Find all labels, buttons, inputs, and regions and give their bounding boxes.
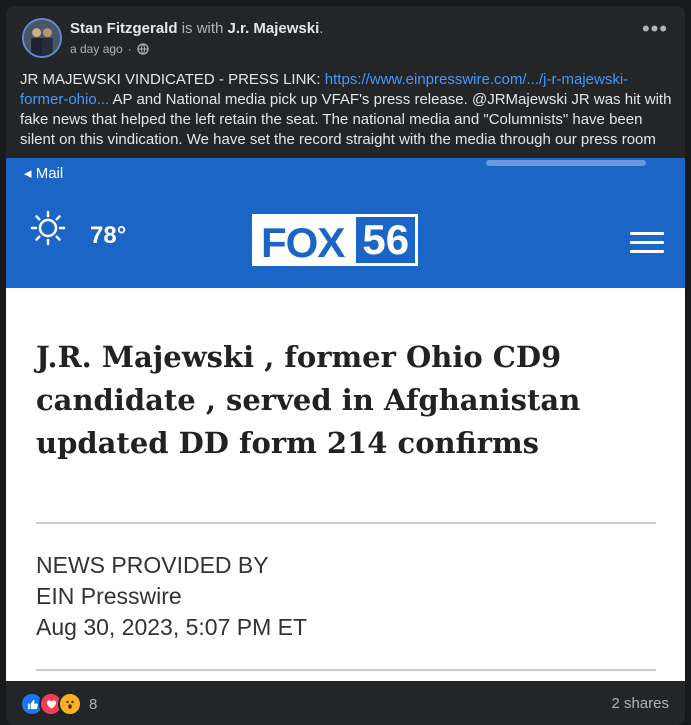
globe-icon[interactable] <box>137 43 149 55</box>
status-bar <box>486 160 646 166</box>
more-options-icon[interactable]: ••• <box>641 18 669 48</box>
article-headline: J.R. Majewski , former Ohio CD9 candidat… <box>36 340 581 460</box>
post-footer: 8 2 shares <box>6 681 685 725</box>
author-line: Stan Fitzgerald is with J.r. Majewski. <box>70 20 323 37</box>
avatar-image <box>24 20 60 56</box>
reaction-count[interactable]: 8 <box>89 696 97 713</box>
provider-name: EIN Presswire <box>36 583 182 609</box>
divider-top <box>36 522 656 524</box>
post-text-intro: JR MAJEWSKI VINDICATED - PRESS LINK: <box>20 71 325 88</box>
divider-bottom <box>36 669 656 671</box>
post-meta: a day ago · <box>70 42 149 56</box>
post-text: JR MAJEWSKI VINDICATED - PRESS LINK: htt… <box>20 70 675 150</box>
meta-separator: · <box>127 42 132 56</box>
news-provided-label: NEWS PROVIDED BY <box>36 552 269 578</box>
post-card: Stan Fitzgerald is with J.r. Majewski. a… <box>6 6 685 725</box>
author-name[interactable]: Stan Fitzgerald <box>70 20 178 37</box>
temperature: 78° <box>90 222 127 249</box>
fox-header-bar: ◂ Mail 78° FOX 56 <box>6 158 685 288</box>
post-timestamp[interactable]: a day ago <box>70 42 123 56</box>
fox56-logo: FOX 56 <box>252 214 419 266</box>
sun-icon <box>30 210 66 246</box>
publish-date: Aug 30, 2023, 5:07 PM ET <box>36 614 308 640</box>
shares-count[interactable]: 2 shares <box>611 695 669 712</box>
post-header: Stan Fitzgerald is with J.r. Majewski. a… <box>6 6 685 66</box>
author-avatar[interactable] <box>22 18 62 58</box>
with-text: is with <box>181 20 224 37</box>
post-image[interactable]: ◂ Mail 78° FOX 56 J.R. Majewski , former… <box>6 158 685 681</box>
post-text-body: AP and National media pick up VFAF's pre… <box>20 91 672 148</box>
wow-icon <box>58 692 82 716</box>
mail-back-label: ◂ Mail <box>24 165 64 182</box>
tagged-person[interactable]: J.r. Majewski <box>228 20 320 37</box>
menu-icon <box>630 232 664 256</box>
reactions-summary[interactable]: 8 <box>20 692 97 716</box>
news-provider-block: NEWS PROVIDED BY EIN Presswire Aug 30, 2… <box>36 550 307 643</box>
period: . <box>319 20 324 37</box>
logo-number: 56 <box>353 214 419 266</box>
logo-fox: FOX <box>252 214 354 266</box>
